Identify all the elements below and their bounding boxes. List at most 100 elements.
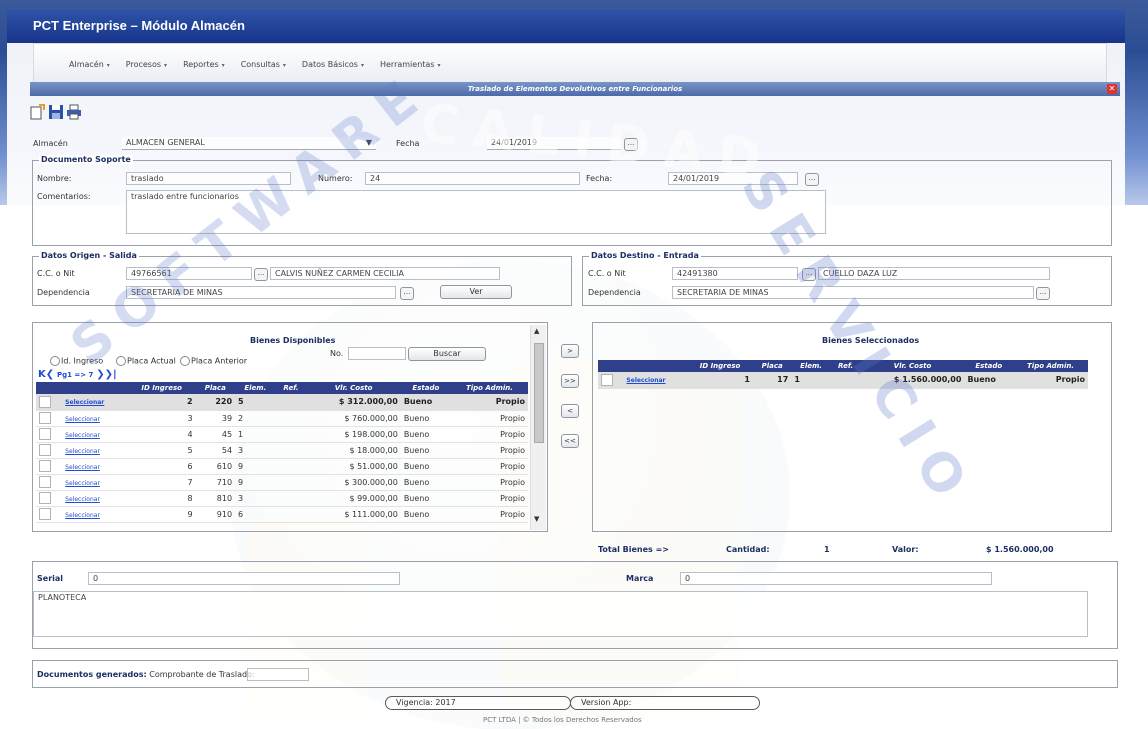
cell-placa: 220 [195,394,236,411]
row-checkbox[interactable] [36,410,63,427]
fecha-doc-calendar-button[interactable]: ... [805,173,819,186]
move-one-button[interactable]: > [561,344,579,358]
radio-placa-anterior[interactable]: Placa Anterior [180,356,247,366]
last-page-icon[interactable]: ❯| [105,369,117,380]
total-bienes-label: Total Bienes => [598,545,669,554]
datos-destino-legend: Datos Destino - Entrada [589,251,701,260]
new-document-icon[interactable] [29,104,45,120]
col-header-placa[interactable]: Placa [195,382,236,394]
marca-input[interactable]: 0 [680,572,992,585]
close-form-button[interactable]: ✕ [1107,84,1117,94]
select-link[interactable]: Seleccionar [62,490,128,507]
col-header-tipo-admin[interactable]: Tipo Admin. [1013,360,1088,372]
scrollbar-thumb[interactable] [534,343,544,443]
row-checkbox[interactable] [36,474,63,491]
cell-ref [275,490,307,507]
select-link[interactable]: Seleccionar [62,458,128,475]
row-checkbox[interactable] [36,506,63,523]
table-row[interactable]: Seleccionar 2 220 5 $ 312.000,00 Bueno Propio [36,394,528,411]
descripcion-textarea[interactable]: PLANOTECA [33,591,1088,637]
col-header-placa[interactable]: Placa [752,360,792,372]
col-header-elem[interactable]: Elem. [235,382,276,394]
origen-dep-lookup-button[interactable]: ... [400,287,414,300]
checkbox-icon[interactable] [39,508,51,520]
table-row[interactable]: Seleccionar 4 45 1 $ 198.000,00 Bueno Propio [36,426,528,443]
cell-id-ingreso: 1 [687,372,753,389]
prev-page-icon[interactable]: ❮ [46,369,54,380]
scroll-down-icon[interactable]: ▼ [534,515,539,523]
menu-procesos[interactable]: Procesos ▾ [126,60,167,69]
col-header-id-ingreso[interactable]: ID Ingreso [687,360,753,372]
destino-dep-lookup-button[interactable]: ... [1036,287,1050,300]
first-page-icon[interactable]: K [38,369,46,380]
row-checkbox[interactable] [36,426,63,443]
col-header-estado[interactable]: Estado [400,382,451,394]
table-row[interactable]: Seleccionar 3 39 2 $ 760.000,00 Bueno Propio [36,410,528,427]
ver-button[interactable]: Ver [440,285,512,299]
col-header-elem[interactable]: Elem. [791,360,831,372]
checkbox-icon[interactable] [39,492,51,504]
radio-placa-actual[interactable]: Placa Actual [116,356,176,366]
serial-input[interactable]: 0 [88,572,400,585]
checkbox-icon[interactable] [39,460,51,472]
select-link[interactable]: Seleccionar [62,426,128,443]
row-checkbox[interactable] [598,372,624,389]
row-checkbox[interactable] [36,442,63,459]
col-header-tipo-admin[interactable]: Tipo Admin. [450,382,528,394]
chevron-down-icon: ▾ [164,61,168,69]
move-all-button[interactable]: >> [561,374,579,388]
cell-estado: Bueno [964,372,1014,389]
checkbox-icon[interactable] [39,444,51,456]
cell-estado: Bueno [400,426,451,443]
select-link[interactable]: Seleccionar [62,506,128,523]
origen-lookup-button[interactable]: ... [254,268,268,281]
print-icon[interactable] [66,104,82,120]
table-row[interactable]: Seleccionar 6 610 9 $ 51.000,00 Bueno Propio [36,458,528,475]
checkbox-icon[interactable] [39,412,51,424]
col-header-id-ingreso[interactable]: ID Ingreso [127,382,196,394]
cell-placa: 54 [195,442,236,459]
menu-almacen[interactable]: Almacén ▾ [69,60,110,69]
scroll-up-icon[interactable]: ▲ [534,327,539,335]
menu-reportes[interactable]: Reportes ▾ [183,60,225,69]
select-link[interactable]: Seleccionar [62,410,128,427]
checkbox-icon[interactable] [39,395,51,408]
menu-datos-basicos[interactable]: Datos Básicos ▾ [302,60,364,69]
comprobante-input[interactable] [247,668,309,681]
row-checkbox[interactable] [36,458,63,475]
table-row[interactable]: Seleccionar 7 710 9 $ 300.000,00 Bueno Propio [36,474,528,491]
numero-input[interactable]: 24 [365,172,580,185]
col-header-ref[interactable]: Ref. [275,382,307,394]
form-title-bar: Traslado de Elementos Devolutivos entre … [30,82,1120,96]
table-row[interactable]: Seleccionar 9 910 6 $ 111.000,00 Bueno Propio [36,506,528,523]
back-one-button[interactable]: < [561,404,579,418]
col-header-vlr-costo[interactable]: Vlr. Costo [306,382,401,394]
menu-consultas[interactable]: Consultas ▾ [241,60,286,69]
cell-tipo-admin: Propio [450,490,528,507]
cell-vlr-costo: $ 18.000,00 [306,442,401,459]
checkbox-icon[interactable] [39,428,51,440]
cell-ref [275,506,307,523]
select-link[interactable]: Seleccionar [623,372,688,389]
select-link[interactable]: Seleccionar [62,442,128,459]
chevron-down-icon: ▾ [282,61,286,69]
row-checkbox[interactable] [36,394,63,411]
table-scrollbar[interactable]: ▲ ▼ [530,325,546,530]
no-input[interactable] [348,347,406,360]
save-icon[interactable] [48,104,64,120]
cell-tipo-admin: Propio [1013,372,1088,389]
vigencia-pill: Vigencia: 2017 [385,696,571,710]
select-link[interactable]: Seleccionar [62,394,128,411]
row-checkbox[interactable] [36,490,63,507]
menu-herramientas[interactable]: Herramientas ▾ [380,60,441,69]
table-row[interactable]: Seleccionar 8 810 3 $ 99.000,00 Bueno Propio [36,490,528,507]
back-all-button[interactable]: << [561,434,579,448]
col-header-estado[interactable]: Estado [964,360,1014,372]
select-link[interactable]: Seleccionar [62,474,128,491]
buscar-button[interactable]: Buscar [408,347,486,361]
origen-nombre-input[interactable]: CALVIS NUÑEZ CARMEN CECILIA [270,267,500,280]
bienes-disponibles-table: ID Ingreso Placa Elem. Ref. Vlr. Costo E… [36,382,528,523]
table-row[interactable]: Seleccionar 5 54 3 $ 18.000,00 Bueno Propio [36,442,528,459]
origen-cc-label: C.C. o Nit [37,269,75,278]
checkbox-icon[interactable] [39,476,51,488]
